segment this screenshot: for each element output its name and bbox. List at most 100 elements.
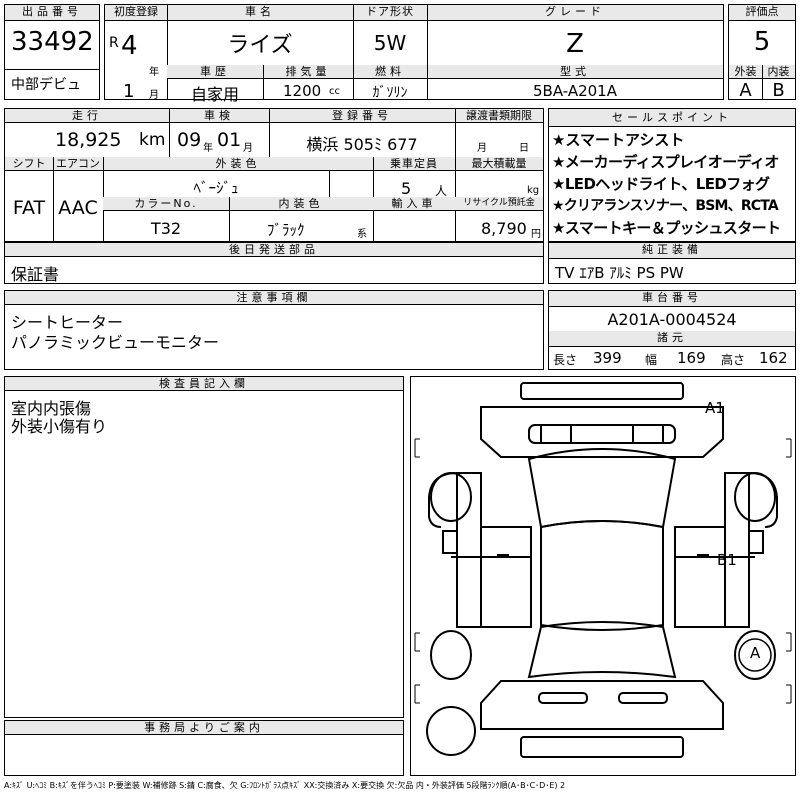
office-label: 事務局よりご案内 — [5, 721, 403, 735]
chassis-box: 車台番号 A201A-0004524 諸元 長さ 399 幅 169 高さ 16… — [548, 290, 796, 370]
legend: A:ｷｽﾞ U:ﾍｺﾐ B:ｷｽﾞを伴うﾍｺﾐ P:要塗装 W:補修跡 S:錆 … — [4, 781, 566, 790]
car-diagram — [414, 382, 792, 758]
equipment-box: 純正装備 TV ｴｱB ｱﾙﾐ PS PW — [548, 242, 796, 284]
int-color-label: 内装色 — [229, 197, 373, 211]
vehicle-header-box: 初度登録 車名 ドア形状 グレード R 4 年 1 月 ライズ 5W Z 車歴 … — [104, 4, 724, 104]
damage-mark-b1: B1 — [717, 551, 737, 569]
score-box: 評価点 5 外装 内装 A B — [728, 4, 796, 101]
displacement-unit: cc — [329, 86, 340, 97]
int-color-unit: 系 — [357, 229, 367, 240]
later-parts-box: 後日発送部品 保証書 — [4, 242, 544, 284]
equipment-label: 純正装備 — [549, 243, 795, 259]
inspection-year-unit: 年 — [203, 143, 213, 154]
recycle-unit: 円 — [531, 229, 541, 240]
shift: FAT — [12, 197, 46, 219]
sales-points-box: セールスポイント ★スマートアシスト ★メーカーディスプレイオーディオ ★LED… — [548, 108, 796, 242]
capacity: 5 — [401, 179, 412, 198]
year-unit: 年 — [149, 67, 159, 78]
spec-label: 諸元 — [549, 331, 795, 347]
door-type: 5W — [373, 31, 407, 55]
mileage-label: 走行 — [5, 109, 169, 123]
car-name: ライズ — [227, 33, 293, 58]
inspector-label: 検査員記入欄 — [5, 377, 403, 391]
note-line: パノラミックビューモニター — [11, 333, 220, 352]
sales-point: ★LEDヘッドライト、LEDフォグ — [552, 175, 770, 193]
month-unit: 月 — [149, 90, 159, 101]
air-conditioner: AAC — [58, 197, 98, 219]
recycle-label: リサイクル預託金 — [455, 197, 543, 211]
load-label: 最大積載量 — [455, 157, 543, 171]
fuel: ｶﾞｿﾘﾝ — [372, 85, 408, 101]
model-label: 型式 — [427, 65, 723, 79]
width: 169 — [677, 349, 706, 367]
ac-label: エアコン — [53, 157, 103, 171]
score-label: 評価点 — [729, 5, 795, 21]
sales-point: ★スマートキー＆プッシュスタート — [552, 219, 781, 237]
door-label: ドア形状 — [353, 5, 427, 21]
mileage: 18,925 — [55, 129, 122, 151]
height: 162 — [759, 349, 788, 367]
length: 399 — [593, 349, 622, 367]
car-name-label: 車名 — [167, 5, 353, 21]
details-box: 走行 車検 登録番号 譲渡書類期限 18,925 km 09 年 01 月 横浜… — [4, 108, 544, 243]
chassis-number: A201A-0004524 — [607, 310, 737, 329]
displacement-label: 排気量 — [263, 65, 353, 79]
int-color: ﾌﾞﾗｯｸ — [267, 221, 305, 239]
notes-label: 注意事項欄 — [5, 291, 543, 305]
chassis-label: 車台番号 — [549, 291, 795, 307]
int-grade-label: 内装 — [762, 65, 795, 79]
damage-mark-a: A — [750, 644, 761, 662]
later-parts: 保証書 — [11, 265, 60, 284]
car-history: 自家用 — [190, 85, 239, 104]
plate-label: 登録番号 — [269, 109, 455, 123]
reg-year: 4 — [121, 31, 138, 61]
damage-mark-a1: A1 — [705, 399, 725, 417]
grade-label: グレード — [427, 5, 723, 21]
transfer-label: 譲渡書類期限 — [455, 109, 543, 123]
lot-number-box: 出品番号 33492 中部デビュ — [4, 4, 100, 100]
shift-label: シフト — [5, 157, 53, 171]
score: 5 — [753, 27, 771, 57]
color-number: T32 — [150, 219, 182, 238]
notes-box: 注意事項欄 シートヒーター パノラミックビューモニター — [4, 290, 544, 370]
displacement: 1200 — [283, 82, 322, 100]
lot-note: 中部デビュ — [11, 77, 81, 93]
sales-point: ★メーカーディスプレイオーディオ — [552, 153, 779, 171]
load-unit: kg — [527, 185, 540, 196]
ext-grade-label: 外装 — [729, 65, 762, 79]
width-label: 幅 — [645, 353, 658, 367]
lot-number: 33492 — [11, 27, 94, 57]
capacity-label: 乗車定員 — [373, 157, 455, 171]
sales-point: ★クリアランスソナー、BSM、RCTA — [552, 198, 779, 214]
length-label: 長さ — [553, 353, 578, 367]
import-label: 輸入車 — [373, 197, 455, 211]
transfer-month-unit: 月 — [477, 143, 487, 154]
grade: Z — [566, 29, 584, 59]
int-grade: B — [772, 80, 785, 101]
color-no-label: カラーNo. — [103, 197, 229, 211]
plate-number: 横浜 505ﾐ 677 — [306, 135, 418, 154]
ext-grade: A — [739, 80, 752, 101]
ext-color: ﾍﾞｰｼﾞｭ — [193, 179, 239, 197]
inspection-label: 車検 — [169, 109, 269, 123]
car-diagram-box: A1 B1 A — [410, 376, 796, 776]
history-label: 車歴 — [167, 65, 263, 79]
inspection-month-unit: 月 — [243, 143, 253, 154]
sales-points-label: セールスポイント — [549, 109, 795, 127]
era: R — [109, 35, 119, 51]
inspector-line: 外装小傷有り — [11, 417, 108, 436]
model-code: 5BA-A201A — [532, 82, 617, 100]
mileage-unit: km — [139, 130, 166, 150]
inspection-year: 09 — [177, 129, 202, 151]
recycle-fee: 8,790 — [481, 219, 527, 238]
later-parts-label: 後日発送部品 — [5, 243, 543, 257]
inspector-box: 検査員記入欄 室内内張傷 外装小傷有り — [4, 376, 404, 718]
equipment: TV ｴｱB ｱﾙﾐ PS PW — [555, 264, 684, 282]
reg-month: 1 — [123, 81, 135, 102]
sales-point: ★スマートアシスト — [552, 131, 685, 149]
inspection-month: 01 — [217, 129, 242, 151]
height-label: 高さ — [721, 353, 746, 367]
fuel-label: 燃料 — [353, 65, 427, 79]
first-reg-label: 初度登録 — [105, 5, 167, 21]
lot-number-label: 出品番号 — [5, 5, 99, 21]
